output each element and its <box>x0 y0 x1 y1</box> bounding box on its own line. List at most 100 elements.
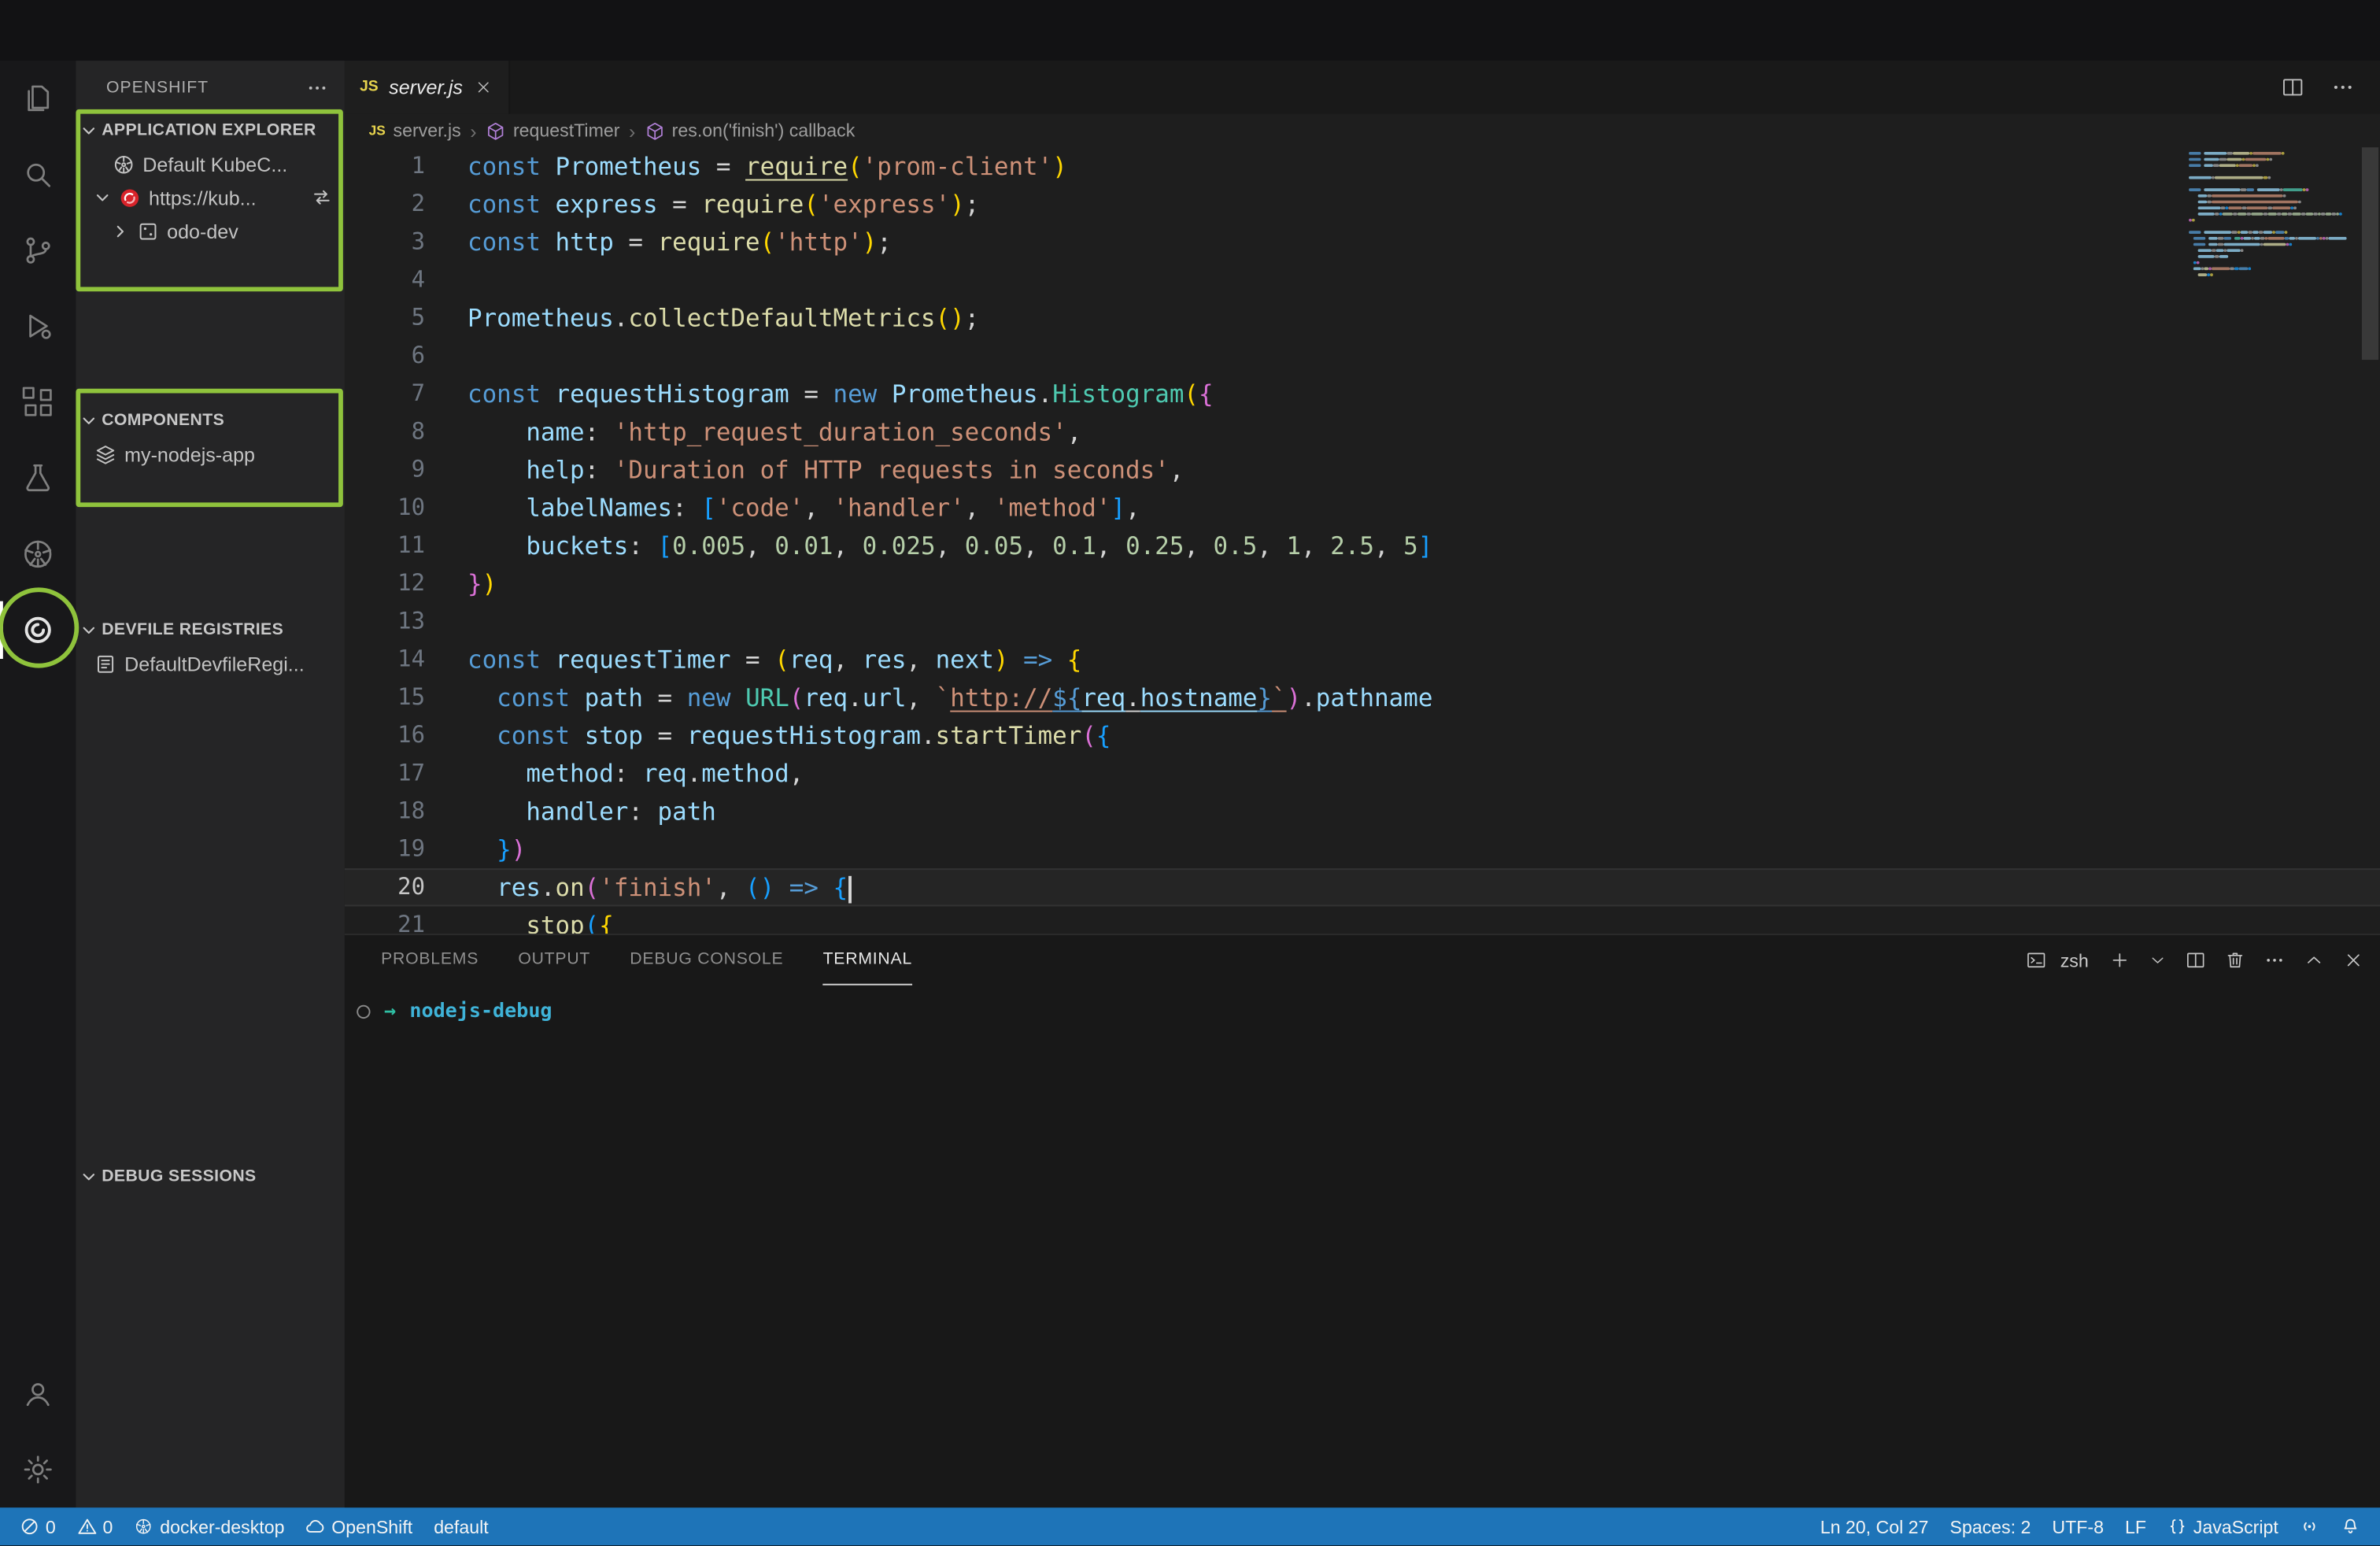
openshift-icon <box>20 612 56 648</box>
split-terminal-icon[interactable] <box>2184 949 2207 971</box>
chevron-right-icon <box>113 223 129 239</box>
terminal-profile-icon[interactable] <box>2025 949 2048 971</box>
status-feedback[interactable] <box>2289 1507 2330 1545</box>
close-tab-icon[interactable] <box>473 77 493 97</box>
breadcrumb-item[interactable]: res.on('finish') callback <box>645 120 855 141</box>
tree-item-defaultdevfileregi[interactable]: DefaultDevfileRegi... <box>76 647 344 680</box>
status-warnings[interactable]: 0 <box>66 1507 124 1545</box>
section-header-components[interactable]: COMPONENTS <box>76 404 344 437</box>
split-editor-icon <box>2280 75 2306 101</box>
kill-terminal-icon[interactable] <box>2223 949 2246 971</box>
activity-item-run-and-debug[interactable] <box>0 288 76 364</box>
tab-server-js[interactable]: JS server.js <box>345 61 510 114</box>
code-line-15[interactable]: 15 const path = new URL(req.url, `http:/… <box>345 679 2380 716</box>
status-indentation[interactable]: Spaces: 2 <box>1939 1507 2042 1545</box>
symbol-method-icon <box>486 120 505 140</box>
minimap[interactable] <box>2189 152 2359 279</box>
more-icon <box>2330 75 2356 101</box>
activity-item-openshift[interactable] <box>0 592 76 668</box>
maximize-panel-icon[interactable] <box>2303 949 2326 971</box>
code-line-8[interactable]: 8 name: 'http_request_duration_seconds', <box>345 413 2380 451</box>
section-header-debug-sessions[interactable]: DEBUG SESSIONS <box>76 1160 344 1193</box>
code-line-5[interactable]: 5Prometheus.collectDefaultMetrics(); <box>345 299 2380 337</box>
code-line-18[interactable]: 18 handler: path <box>345 793 2380 830</box>
component-icon <box>94 442 117 465</box>
code-line-7[interactable]: 7const requestHistogram = new Prometheus… <box>345 375 2380 412</box>
split-editor-icon[interactable] <box>2280 75 2306 101</box>
code-line-19[interactable]: 19 }) <box>345 830 2380 868</box>
code-line-3[interactable]: 3const http = require('http'); <box>345 224 2380 261</box>
bell-icon <box>2341 1517 2360 1537</box>
bell-icon <box>2341 1517 2360 1537</box>
breadcrumb-item[interactable]: requestTimer <box>486 120 619 141</box>
status-text: default <box>434 1516 488 1537</box>
status-language-mode[interactable]: JavaScript <box>2156 1507 2289 1545</box>
warning-icon <box>77 1517 97 1537</box>
sync-icon[interactable] <box>311 187 332 208</box>
code-line-2[interactable]: 2const express = require('express'); <box>345 185 2380 223</box>
tree-item-default-kubec[interactable]: Default KubeC... <box>76 147 344 180</box>
code-editor[interactable]: 1const Prometheus = require('prom-client… <box>345 147 2380 934</box>
code-line-21[interactable]: 21 stop({ <box>345 906 2380 934</box>
panel-tab-output[interactable]: OUTPUT <box>518 935 590 986</box>
code-line-13[interactable]: 13 <box>345 603 2380 641</box>
activity-item-explorer[interactable] <box>0 61 76 136</box>
line-number: 21 <box>345 906 425 934</box>
code-line-17[interactable]: 17 method: req.method, <box>345 755 2380 793</box>
status-errors[interactable]: 0 <box>9 1507 67 1545</box>
code-line-10[interactable]: 10 labelNames: ['code', 'handler', 'meth… <box>345 489 2380 527</box>
activity-item-extensions[interactable] <box>0 364 76 440</box>
status-text: UTF-8 <box>2052 1516 2104 1537</box>
tree-item-my-nodejs-app[interactable]: my-nodejs-app <box>76 437 344 470</box>
editor-scrollbar[interactable] <box>2362 147 2378 360</box>
panel-tab-problems[interactable]: PROBLEMS <box>381 935 479 986</box>
code-line-16[interactable]: 16 const stop = requestHistogram.startTi… <box>345 716 2380 754</box>
sidebar-more-actions-icon[interactable] <box>305 75 330 99</box>
tree-item-label: odo-dev <box>167 220 238 242</box>
close-panel-icon[interactable] <box>2342 949 2365 971</box>
code-line-4[interactable]: 4 <box>345 261 2380 299</box>
activity-item-search[interactable] <box>0 137 76 213</box>
breadcrumb-item[interactable]: JSserver.js <box>369 120 461 141</box>
kubernetes-icon <box>20 536 56 572</box>
javascript-file-icon: JS <box>360 79 379 95</box>
status-kube-context[interactable]: docker-desktop <box>124 1507 295 1545</box>
panel-tab-debug-console[interactable]: DEBUG CONSOLE <box>630 935 783 986</box>
status-notifications[interactable] <box>2330 1507 2371 1545</box>
registry-icon <box>94 652 117 675</box>
code-line-6[interactable]: 6 <box>345 337 2380 375</box>
section-header-application-explorer[interactable]: APPLICATION EXPLORER <box>76 114 344 147</box>
code-line-12[interactable]: 12}) <box>345 564 2380 602</box>
tree-item-label: https://kub... <box>149 186 257 209</box>
code-line-20[interactable]: 20 res.on('finish', () => { <box>345 868 2380 906</box>
shell-label[interactable]: zsh <box>2060 949 2089 971</box>
status-encoding[interactable]: UTF-8 <box>2042 1507 2115 1545</box>
panel-tab-terminal[interactable]: TERMINAL <box>823 935 912 986</box>
code-line-1[interactable]: 1const Prometheus = require('prom-client… <box>345 147 2380 185</box>
activity-item-accounts[interactable] <box>0 1356 76 1431</box>
tree-item-odo-dev[interactable]: odo-dev <box>76 214 344 247</box>
status-eol[interactable]: LF <box>2114 1507 2156 1545</box>
code-line-11[interactable]: 11 buckets: [0.005, 0.01, 0.025, 0.05, 0… <box>345 527 2380 564</box>
error-icon <box>20 1517 39 1537</box>
activity-item-source-control[interactable] <box>0 213 76 288</box>
section-header-devfile-registries[interactable]: DEVFILE REGISTRIES <box>76 613 344 646</box>
source-control-icon <box>20 232 56 268</box>
code-line-14[interactable]: 14const requestTimer = (req, res, next) … <box>345 641 2380 679</box>
tree-item-https-kub[interactable]: https://kub... <box>76 181 344 214</box>
terminal[interactable]: → nodejs-debug <box>345 986 2380 1507</box>
editor-more-actions-icon[interactable] <box>2330 75 2356 101</box>
activity-item-settings[interactable] <box>0 1432 76 1507</box>
symbol-method-icon <box>645 120 664 140</box>
chevron-down-icon <box>80 622 97 638</box>
activity-item-tests[interactable] <box>0 440 76 516</box>
new-terminal-icon[interactable] <box>2108 949 2131 971</box>
status-namespace[interactable]: default <box>423 1507 499 1545</box>
code-line-9[interactable]: 9 help: 'Duration of HTTP requests in se… <box>345 451 2380 489</box>
status-cursor-position[interactable]: Ln 20, Col 27 <box>1809 1507 1939 1545</box>
panel-more-actions-icon[interactable] <box>2264 949 2286 971</box>
activity-item-kubernetes[interactable] <box>0 516 76 592</box>
status-openshift[interactable]: OpenShift <box>295 1507 423 1545</box>
panel-tab-label: TERMINAL <box>823 950 912 968</box>
terminal-dropdown-chevron-icon[interactable] <box>2148 950 2168 970</box>
